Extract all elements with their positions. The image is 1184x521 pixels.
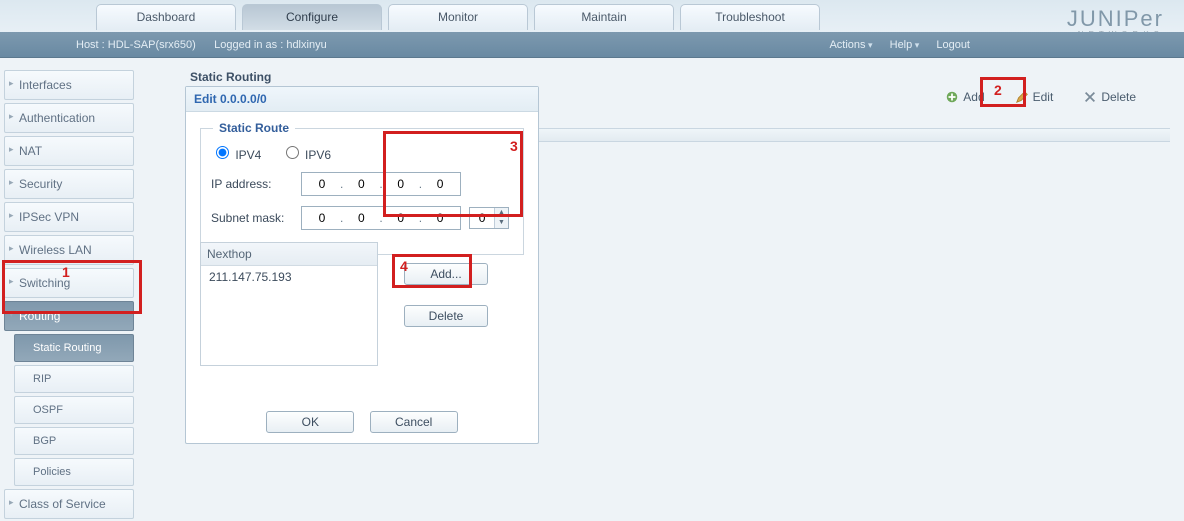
tab-maintain[interactable]: Maintain [534,4,674,30]
sidebar-item-class-of-service[interactable]: Class of Service [4,489,134,519]
mask-oct-2[interactable] [345,209,377,227]
sidebar-item-switching[interactable]: Switching [4,268,134,298]
actions-menu[interactable]: Actions [829,39,872,51]
app-root: Dashboard Configure Monitor Maintain Tro… [0,0,1184,521]
host-label: Host : HDL-SAP(srx650) [76,39,196,51]
ip-dot: . [379,211,382,225]
cidr-input[interactable] [470,209,494,227]
nexthop-add-button[interactable]: Add... [404,263,488,285]
cidr-spinner: ▲ ▼ [469,207,509,229]
ok-button[interactable]: OK [266,411,354,433]
dialog-buttons: OK Cancel [186,411,538,433]
logout-link[interactable]: Logout [936,39,970,51]
ip-oct-1[interactable] [306,175,338,193]
nexthop-buttons: Add... Delete [404,263,488,327]
toolbar-add-button[interactable]: Add [937,86,992,108]
logo-brand: JUNIPer [1067,6,1164,31]
ip-dot: . [379,177,382,191]
ip-dot: . [340,177,343,191]
static-route-fieldset: Static Route IPV4 IPV6 IP address: [200,128,524,255]
tab-monitor[interactable]: Monitor [388,4,528,30]
sidebar-item-bgp[interactable]: BGP [14,427,134,455]
sidebar-item-authentication[interactable]: Authentication [4,103,134,133]
nexthop-delete-button[interactable]: Delete [404,305,488,327]
radio-ipv4[interactable]: IPV4 [211,148,265,162]
radio-ipv6-label: IPV6 [305,148,331,162]
sidebar-item-ipsec-vpn[interactable]: IPSec VPN [4,202,134,232]
sidebar-item-nat[interactable]: NAT [4,136,134,166]
ip-dot: . [419,211,422,225]
ip-dot: . [340,211,343,225]
sidebar-item-policies[interactable]: Policies [14,458,134,486]
toolbar-delete-button[interactable]: Delete [1075,86,1144,108]
tab-configure[interactable]: Configure [242,4,382,30]
panel-header: Edit 0.0.0.0/0 [186,87,538,112]
sidebar-group-routing[interactable]: Routing [4,301,134,331]
x-icon [1083,90,1097,104]
mask-oct-4[interactable] [424,209,456,227]
login-label: Logged in as : hdlxinyu [214,39,327,51]
subnet-mask-label: Subnet mask: [211,211,301,225]
fieldset-legend: Static Route [213,121,295,135]
sidebar-item-interfaces[interactable]: Interfaces [4,70,134,100]
page-title: Static Routing [190,70,1176,84]
toolbar-edit-label: Edit [1033,90,1054,104]
ip-oct-4[interactable] [424,175,456,193]
mask-oct-3[interactable] [385,209,417,227]
radio-ipv4-input[interactable] [216,146,229,159]
toolbar: Add Edit Delete [937,86,1144,108]
ip-address-label: IP address: [211,177,301,191]
sidebar-item-wireless-lan[interactable]: Wireless LAN [4,235,134,265]
info-bar: Host : HDL-SAP(srx650) Logged in as : hd… [0,32,1184,58]
nexthop-header: Nexthop [201,243,377,266]
radio-ipv6-input[interactable] [286,146,299,159]
ip-address-row: IP address: . . . [211,172,513,196]
mask-oct-1[interactable] [306,209,338,227]
toolbar-delete-label: Delete [1101,90,1136,104]
cidr-down-icon[interactable]: ▼ [495,218,508,228]
toolbar-add-label: Add [963,90,984,104]
help-menu[interactable]: Help [890,39,920,51]
ip-oct-2[interactable] [345,175,377,193]
edit-static-route-panel: Edit 0.0.0.0/0 Static Route IPV4 IPV6 IP… [185,86,539,444]
pencil-icon [1015,90,1029,104]
radio-ipv4-label: IPV4 [235,148,261,162]
sidebar: Interfaces Authentication NAT Security I… [4,70,134,521]
cidr-up-icon[interactable]: ▲ [495,208,508,218]
cancel-button[interactable]: Cancel [370,411,458,433]
subnet-mask-row: Subnet mask: . . . ▲ ▼ [211,206,513,230]
tab-troubleshoot[interactable]: Troubleshoot [680,4,820,30]
sidebar-item-rip[interactable]: RIP [14,365,134,393]
nexthop-list: Nexthop 211.147.75.193 [200,242,378,366]
plus-icon [945,90,959,104]
sidebar-item-static-routing[interactable]: Static Routing [14,334,134,362]
radio-ipv6[interactable]: IPV6 [281,148,331,162]
ip-version-radios: IPV4 IPV6 [211,143,513,162]
top-tabs: Dashboard Configure Monitor Maintain Tro… [96,4,820,30]
ip-address-input-group: . . . [301,172,461,196]
ip-oct-3[interactable] [385,175,417,193]
sidebar-item-security[interactable]: Security [4,169,134,199]
nexthop-item[interactable]: 211.147.75.193 [201,266,377,288]
sidebar-item-ospf[interactable]: OSPF [14,396,134,424]
tab-dashboard[interactable]: Dashboard [96,4,236,30]
ip-dot: . [419,177,422,191]
subnet-mask-input-group: . . . [301,206,461,230]
sidebar-routing-children: Static Routing RIP OSPF BGP Policies [14,334,134,486]
main: Static Routing Add Edit Delete Edit 0.0.… [160,62,1176,513]
toolbar-edit-button[interactable]: Edit [1007,86,1062,108]
